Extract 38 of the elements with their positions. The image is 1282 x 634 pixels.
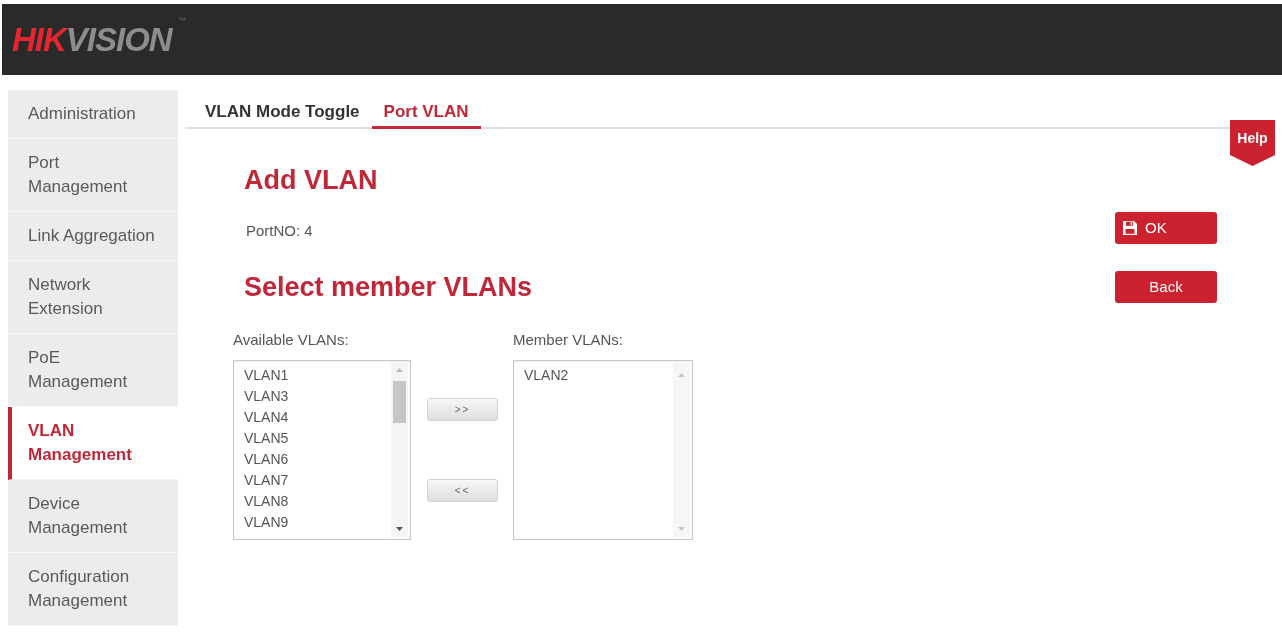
- port-number-text: PortNO: 4: [246, 221, 314, 241]
- sidebar-item[interactable]: PoE Management: [8, 334, 178, 407]
- brand-logo: HIKVISION ™: [12, 19, 185, 60]
- sidebar-item[interactable]: Port Management: [8, 139, 178, 212]
- list-option[interactable]: VLAN9: [243, 512, 290, 533]
- sidebar-item[interactable]: Network Extension: [8, 261, 178, 334]
- list-label: Available VLANs:: [233, 330, 350, 350]
- list-option[interactable]: VLAN8: [243, 491, 290, 512]
- sidebar-item[interactable]: Device Management: [8, 480, 178, 553]
- list-option[interactable]: VLAN4: [243, 407, 290, 428]
- transfer-button[interactable]: <<: [427, 479, 498, 502]
- back-button[interactable]: Back: [1115, 271, 1217, 303]
- nav-tab[interactable]: Port VLAN: [371, 90, 481, 129]
- list-option[interactable]: VLAN2: [523, 365, 570, 386]
- list-option[interactable]: VLAN5: [243, 428, 290, 449]
- list-option[interactable]: VLAN6: [243, 449, 290, 470]
- list-option[interactable]: VLAN7: [243, 470, 290, 491]
- sidebar-item[interactable]: Administration: [8, 90, 178, 139]
- help-tab[interactable]: Help: [1230, 120, 1275, 166]
- list-option[interactable]: VLAN1: [243, 365, 290, 386]
- scroll-up-icon[interactable]: [396, 368, 403, 372]
- sidebar-item[interactable]: VLAN Management: [8, 407, 178, 480]
- list-label: Member VLANs:: [513, 330, 625, 350]
- page-title: Add VLAN: [244, 164, 379, 196]
- scroll-up-icon[interactable]: [678, 373, 685, 377]
- vlan-listbox[interactable]: VLAN2: [513, 360, 693, 540]
- section-title: Select member VLANs: [244, 271, 534, 303]
- nav-tab[interactable]: VLAN Mode Toggle: [193, 90, 372, 129]
- list-option[interactable]: VLAN3: [243, 386, 290, 407]
- scrollbar[interactable]: [673, 363, 690, 537]
- scroll-down-icon[interactable]: [396, 527, 403, 531]
- transfer-button[interactable]: >>: [427, 398, 498, 421]
- sidebar-item[interactable]: Configuration Management: [8, 553, 178, 626]
- scrollbar[interactable]: [391, 363, 408, 537]
- sidebar-item[interactable]: Link Aggregation: [8, 212, 178, 261]
- vlan-listbox[interactable]: VLAN1 VLAN3 VLAN4 VLAN5 VLAN6 VLAN7 VLAN8 VLAN9: [233, 360, 411, 540]
- scroll-thumb[interactable]: [393, 381, 406, 423]
- ok-button[interactable]: OK: [1115, 212, 1217, 244]
